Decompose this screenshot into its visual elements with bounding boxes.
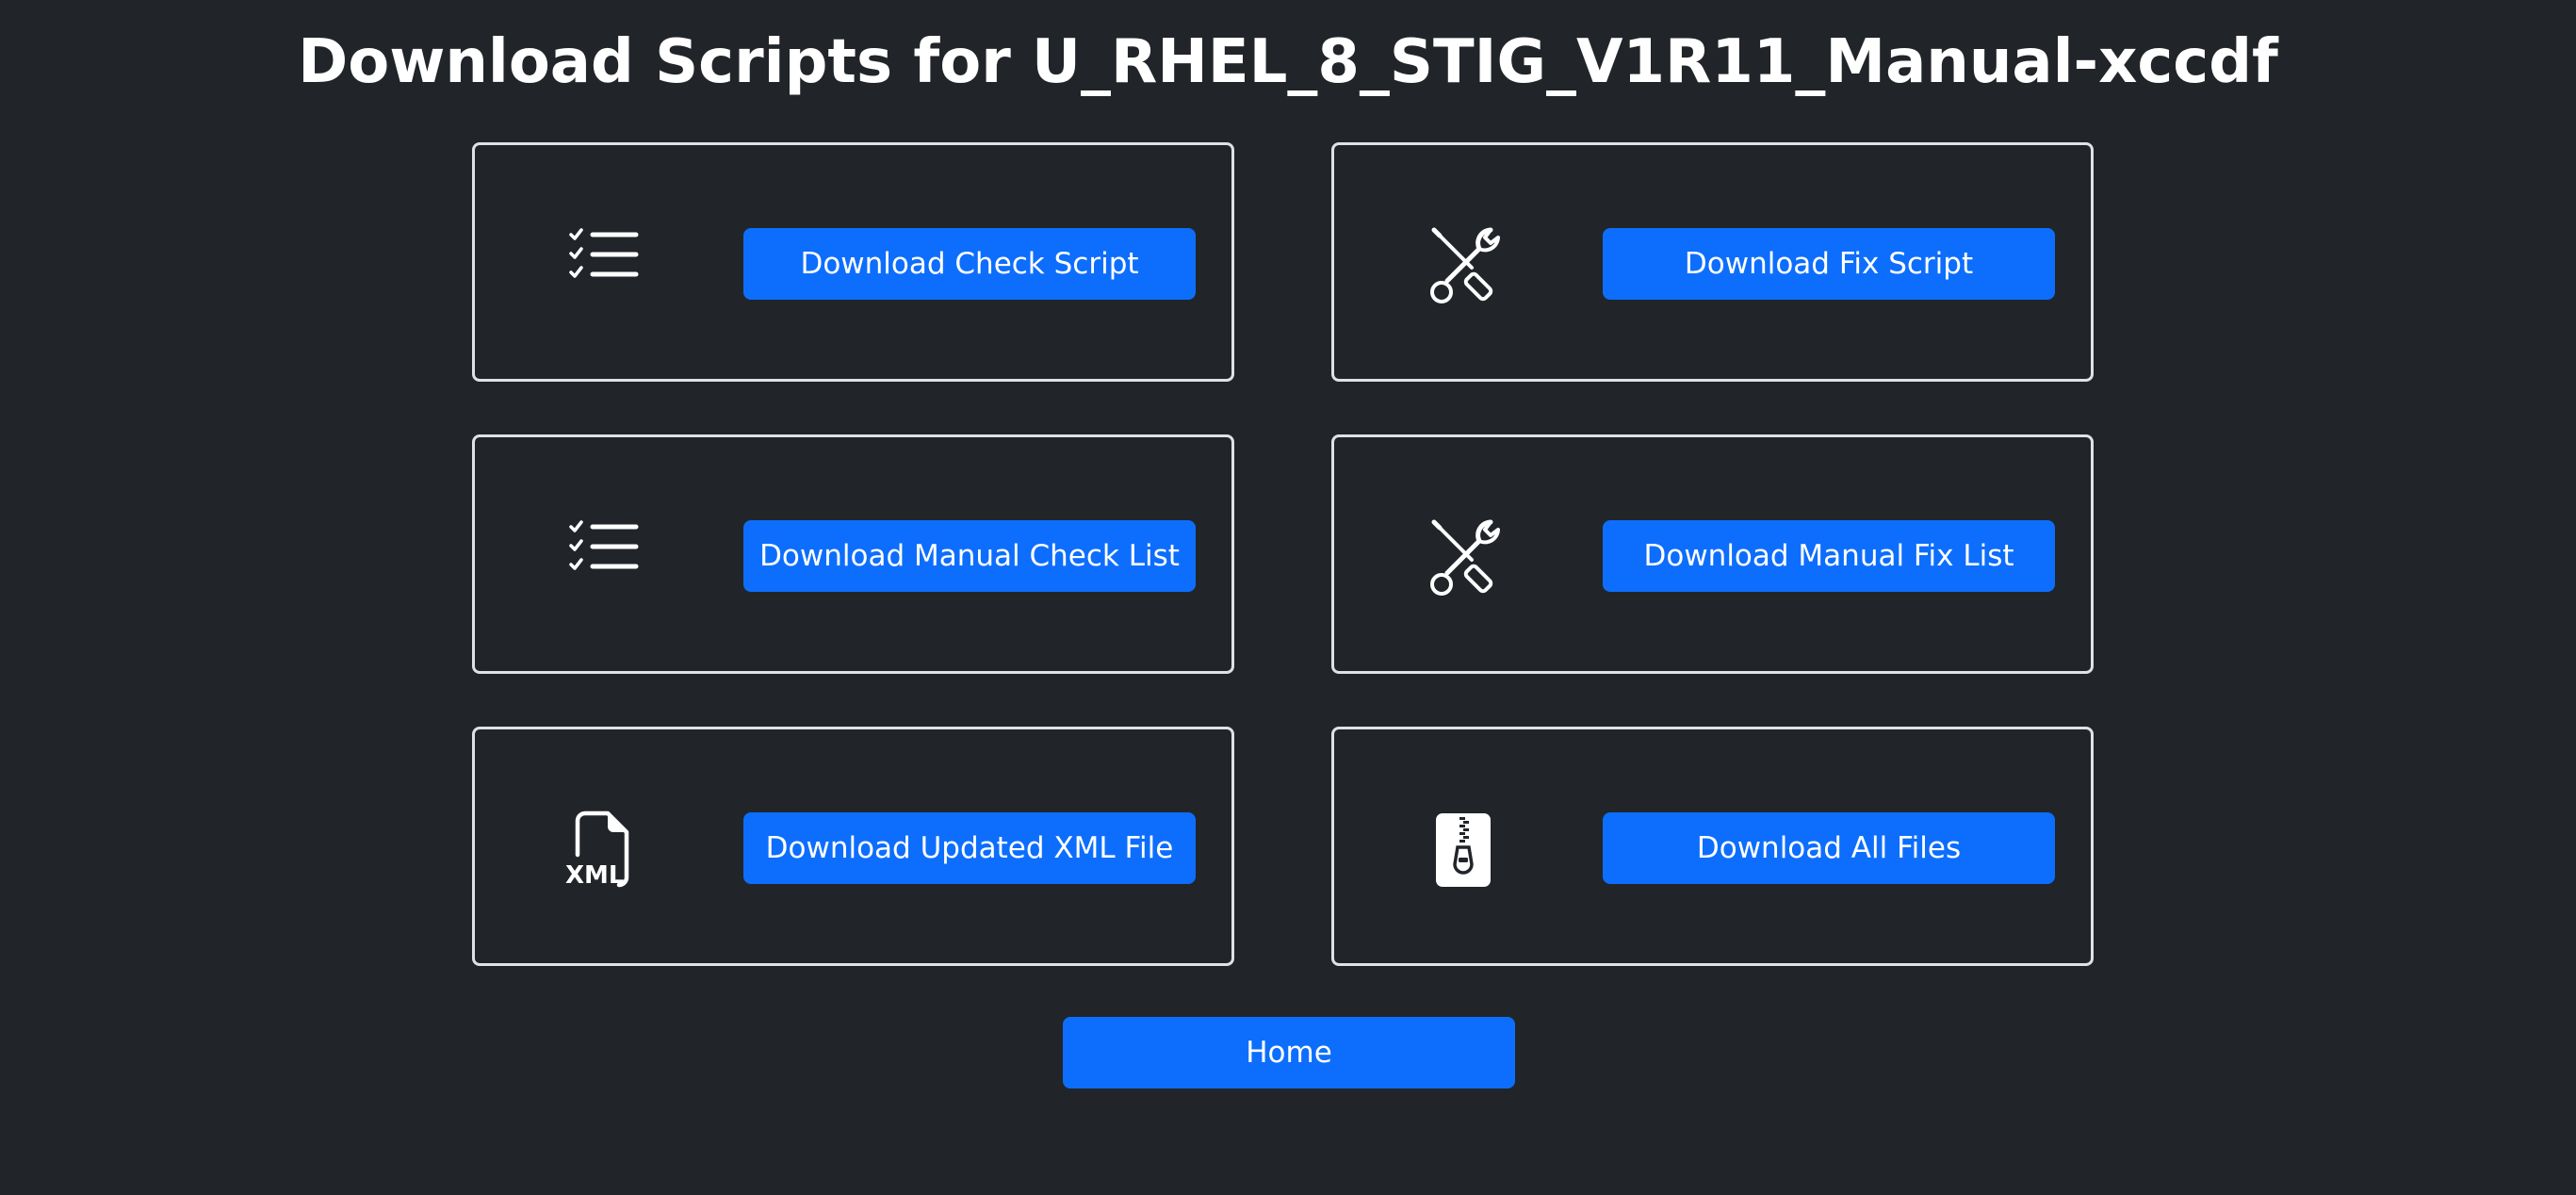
page-title: Download Scripts for U_RHEL_8_STIG_V1R11… (298, 27, 2278, 97)
updated-xml-card: XML Download Updated XML File (472, 727, 1234, 966)
tools-icon (1428, 224, 1509, 305)
download-updated-xml-file-button[interactable]: Download Updated XML File (743, 812, 1196, 884)
tools-icon (1428, 516, 1509, 598)
fix-script-card: Download Fix Script (1331, 142, 2094, 382)
all-files-card: Download All Files (1331, 727, 2094, 966)
xml-icon-label: XML (565, 861, 625, 889)
download-fix-script-button[interactable]: Download Fix Script (1603, 228, 2055, 300)
checklist-icon (569, 227, 639, 284)
checklist-icon (569, 519, 639, 576)
download-manual-fix-list-button[interactable]: Download Manual Fix List (1603, 520, 2055, 592)
manual-check-list-card: Download Manual Check List (472, 434, 1234, 674)
manual-fix-list-card: Download Manual Fix List (1331, 434, 2094, 674)
xml-file-icon: XML (564, 810, 640, 889)
download-all-files-button[interactable]: Download All Files (1603, 812, 2055, 884)
home-button[interactable]: Home (1063, 1017, 1515, 1089)
download-manual-check-list-button[interactable]: Download Manual Check List (743, 520, 1196, 592)
check-script-card: Download Check Script (472, 142, 1234, 382)
zip-file-icon (1434, 811, 1492, 889)
download-check-script-button[interactable]: Download Check Script (743, 228, 1196, 300)
